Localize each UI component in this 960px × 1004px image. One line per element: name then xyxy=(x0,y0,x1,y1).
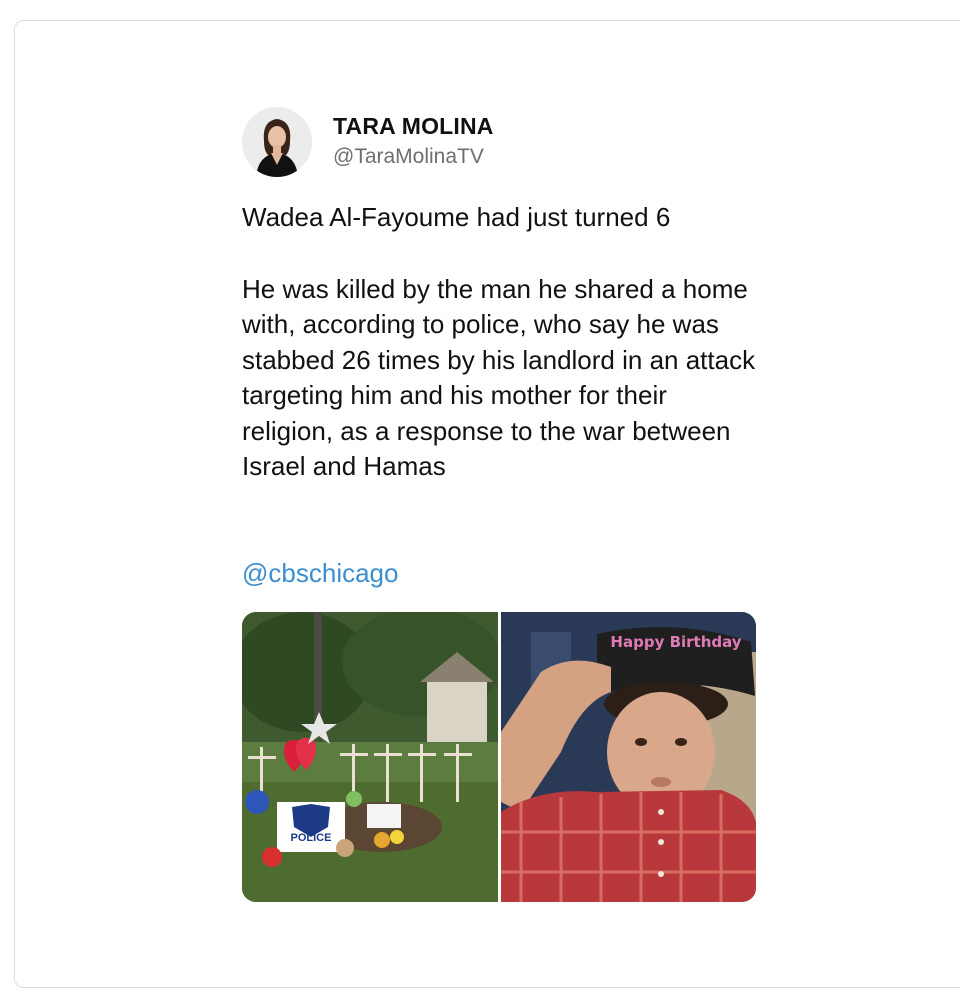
author-handle[interactable]: @TaraMolinaTV xyxy=(333,145,484,169)
tweet-text: Wadea Al-Fayoume had just turned 6 He wa… xyxy=(242,200,762,485)
mention-link[interactable]: @cbschicago xyxy=(242,558,398,589)
avatar-image xyxy=(242,107,312,177)
tweet-text-body: He was killed by the man he shared a hom… xyxy=(242,273,756,482)
police-sign-text: POLICE xyxy=(291,832,332,844)
author-name[interactable]: TARA MOLINA xyxy=(333,113,494,140)
tweet-text-line1: Wadea Al-Fayoume had just turned 6 xyxy=(242,202,671,232)
boy-photo[interactable]: Happy Birthday xyxy=(500,612,756,902)
memorial-photo[interactable]: POLICE xyxy=(242,612,498,902)
avatar[interactable] xyxy=(242,107,312,177)
media-grid[interactable]: POLICE Happy Birthday xyxy=(242,612,756,902)
hat-text: Happy Birthday xyxy=(610,633,741,651)
